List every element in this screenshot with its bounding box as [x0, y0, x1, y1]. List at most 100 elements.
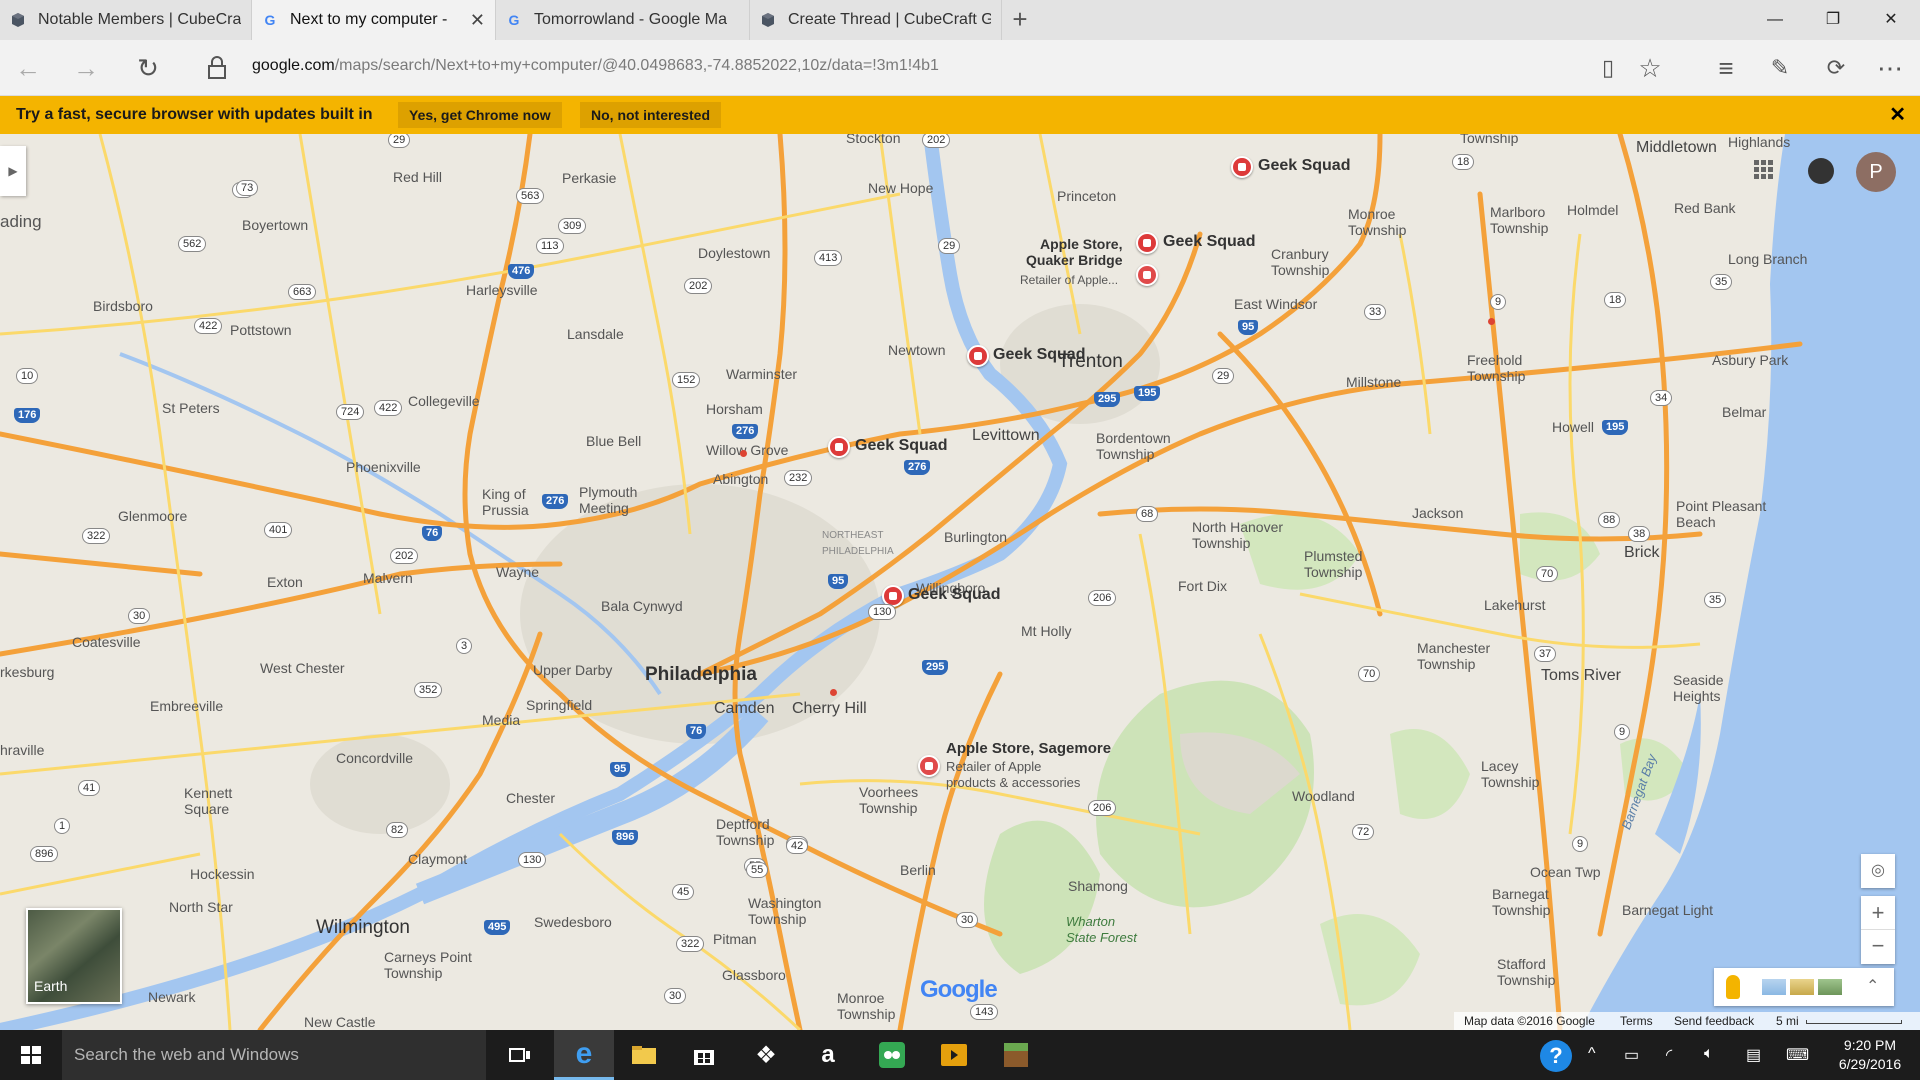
apple-store-marker[interactable]	[1136, 264, 1158, 286]
poi-geek-squad-label[interactable]: Geek Squad	[855, 438, 947, 454]
more-icon[interactable]: ⋯	[1870, 48, 1910, 88]
pegman-icon[interactable]	[1726, 975, 1740, 999]
label-jackson: Jackson	[1412, 505, 1464, 521]
wifi-icon[interactable]: ◜	[1666, 1045, 1672, 1065]
map-canvas[interactable]: ▶ P Philadelphia Trenton Wilmington Camd…	[0, 134, 1920, 1030]
route-shield: 896	[30, 846, 59, 862]
route-shield: 34	[1650, 390, 1673, 406]
label-springfield: Springfield	[526, 697, 593, 713]
start-button[interactable]	[0, 1030, 62, 1080]
cube-icon	[10, 12, 26, 28]
label-glassboro: Glassboro	[722, 967, 786, 983]
plex-icon[interactable]	[924, 1030, 984, 1080]
poi-geek-squad-label[interactable]: Geek Squad	[1258, 158, 1350, 174]
expand-panel-button[interactable]: ▶	[0, 146, 26, 196]
search-result-dot[interactable]	[740, 450, 747, 457]
lock-icon	[208, 56, 226, 79]
favorite-star-icon[interactable]: ☆	[1630, 48, 1670, 88]
label-barnegat-light: Barnegat Light	[1622, 902, 1714, 918]
help-icon[interactable]: ?	[1538, 1038, 1574, 1079]
scale-bar	[1806, 1020, 1902, 1024]
url-field[interactable]: google.com/maps/search/Next+to+my+comput…	[252, 57, 939, 75]
label-manchester: Manchester Township	[1417, 640, 1491, 672]
avatar[interactable]: P	[1856, 152, 1896, 192]
search-result-dot[interactable]	[1488, 318, 1495, 325]
file-explorer-icon[interactable]	[614, 1030, 674, 1080]
label-st-peters: St Peters	[162, 400, 220, 416]
restore-button[interactable]: ❐	[1804, 0, 1862, 40]
apple-store-marker[interactable]	[918, 755, 940, 777]
notifications-bell-icon[interactable]	[1808, 158, 1834, 184]
label-asbury-park: Asbury Park	[1712, 352, 1789, 368]
store-icon[interactable]	[674, 1030, 734, 1080]
geek-squad-marker[interactable]	[967, 345, 989, 367]
taskbar-search-box[interactable]: Search the web and Windows	[62, 1030, 486, 1080]
web-note-icon[interactable]: ✎	[1760, 48, 1800, 88]
not-interested-button[interactable]: No, not interested	[580, 102, 722, 128]
get-chrome-button[interactable]: Yes, get Chrome now	[398, 102, 562, 128]
label-new-castle: New Castle	[304, 1014, 376, 1030]
new-tab-button[interactable]: +	[1003, 0, 1037, 40]
task-view-icon[interactable]	[490, 1030, 550, 1080]
back-button[interactable]: ←	[8, 48, 48, 88]
chevron-up-icon[interactable]: ^	[1588, 1045, 1596, 1063]
zoom-in-button[interactable]: +	[1861, 896, 1895, 930]
poi-geek-squad-label[interactable]: Geek Squad	[908, 587, 1000, 603]
label-monroe-township-north: Monroe Township	[1348, 206, 1407, 238]
transit-layer-thumbnail[interactable]	[1762, 979, 1786, 995]
label-north-hanover: North Hanover Township	[1192, 519, 1284, 551]
label-levittown: Levittown	[972, 427, 1040, 444]
tab-tomorrowland[interactable]: G Tomorrowland - Google Ma	[496, 0, 750, 40]
close-tab-icon[interactable]: ✕	[470, 10, 485, 31]
edge-browser-icon[interactable]: e	[554, 1030, 614, 1080]
poi-apple-store-quaker-bridge[interactable]: Apple Store, Quaker Bridge	[1026, 236, 1122, 268]
close-window-button[interactable]: ✕	[1862, 0, 1920, 40]
route-shield: 70	[1358, 666, 1381, 682]
volume-icon[interactable]: 🔈︎	[1704, 1045, 1714, 1063]
svg-text:?: ?	[1549, 1043, 1562, 1068]
poi-apple-store-sagemore[interactable]: Apple Store, Sagemore	[946, 741, 1111, 757]
poi-geek-squad-label[interactable]: Geek Squad	[1163, 234, 1255, 250]
geek-squad-marker[interactable]	[1136, 232, 1158, 254]
tab-notable-members[interactable]: Notable Members | CubeCra	[0, 0, 252, 40]
reading-view-icon[interactable]: ▯	[1588, 48, 1628, 88]
poi-geek-squad-label[interactable]: Geek Squad	[993, 347, 1085, 363]
share-icon[interactable]: ⟳	[1816, 48, 1856, 88]
terrain-layer-thumbnail[interactable]	[1790, 979, 1814, 995]
battery-icon[interactable]: ▭	[1624, 1045, 1639, 1065]
chevron-up-icon[interactable]: ⌃	[1866, 976, 1879, 996]
tripadvisor-icon[interactable]	[862, 1030, 922, 1080]
minimize-button[interactable]: —	[1746, 0, 1804, 40]
amazon-icon[interactable]: a	[798, 1030, 858, 1080]
forward-button[interactable]: →	[66, 48, 106, 88]
hub-icon[interactable]: ≡	[1706, 48, 1746, 88]
interstate-shield: 95	[828, 574, 849, 589]
label-boyertown: Boyertown	[242, 217, 309, 233]
action-center-icon[interactable]: ▤	[1746, 1045, 1761, 1065]
label-thorndale-partial: hraville	[0, 742, 45, 758]
search-result-dot[interactable]	[830, 689, 837, 696]
tab-next-to-my-computer[interactable]: G Next to my computer - ✕	[252, 0, 496, 40]
route-shield: 18	[1452, 154, 1475, 170]
geek-squad-marker[interactable]	[1231, 156, 1253, 178]
label-monroe-township-south: Monroe Township	[837, 990, 896, 1022]
send-feedback-link[interactable]: Send feedback	[1674, 1014, 1754, 1028]
scale-label[interactable]: 5 mi	[1776, 1014, 1799, 1028]
close-icon[interactable]: ✕	[1889, 102, 1906, 127]
zoom-out-button[interactable]: −	[1861, 930, 1895, 964]
tab-create-thread[interactable]: Create Thread | CubeCraft G	[750, 0, 1002, 40]
dropbox-icon[interactable]: ❖	[736, 1030, 796, 1080]
label-toms-river: Toms River	[1541, 667, 1622, 684]
geek-squad-marker[interactable]	[828, 436, 850, 458]
my-location-button[interactable]: ◎	[1861, 854, 1895, 888]
apps-grid-icon[interactable]	[1754, 160, 1774, 180]
keyboard-icon[interactable]: ⌨	[1786, 1045, 1809, 1065]
refresh-button[interactable]: ↻	[128, 48, 168, 88]
label-shamong: Shamong	[1068, 878, 1128, 894]
satellite-layer-thumbnail[interactable]	[1818, 979, 1842, 995]
system-clock[interactable]: 9:20 PM 6/29/2016	[1820, 1036, 1920, 1074]
terms-link[interactable]: Terms	[1620, 1014, 1653, 1028]
earth-view-toggle[interactable]: Earth	[26, 908, 122, 1004]
minecraft-icon[interactable]	[986, 1030, 1046, 1080]
label-abington: Abington	[713, 471, 769, 487]
